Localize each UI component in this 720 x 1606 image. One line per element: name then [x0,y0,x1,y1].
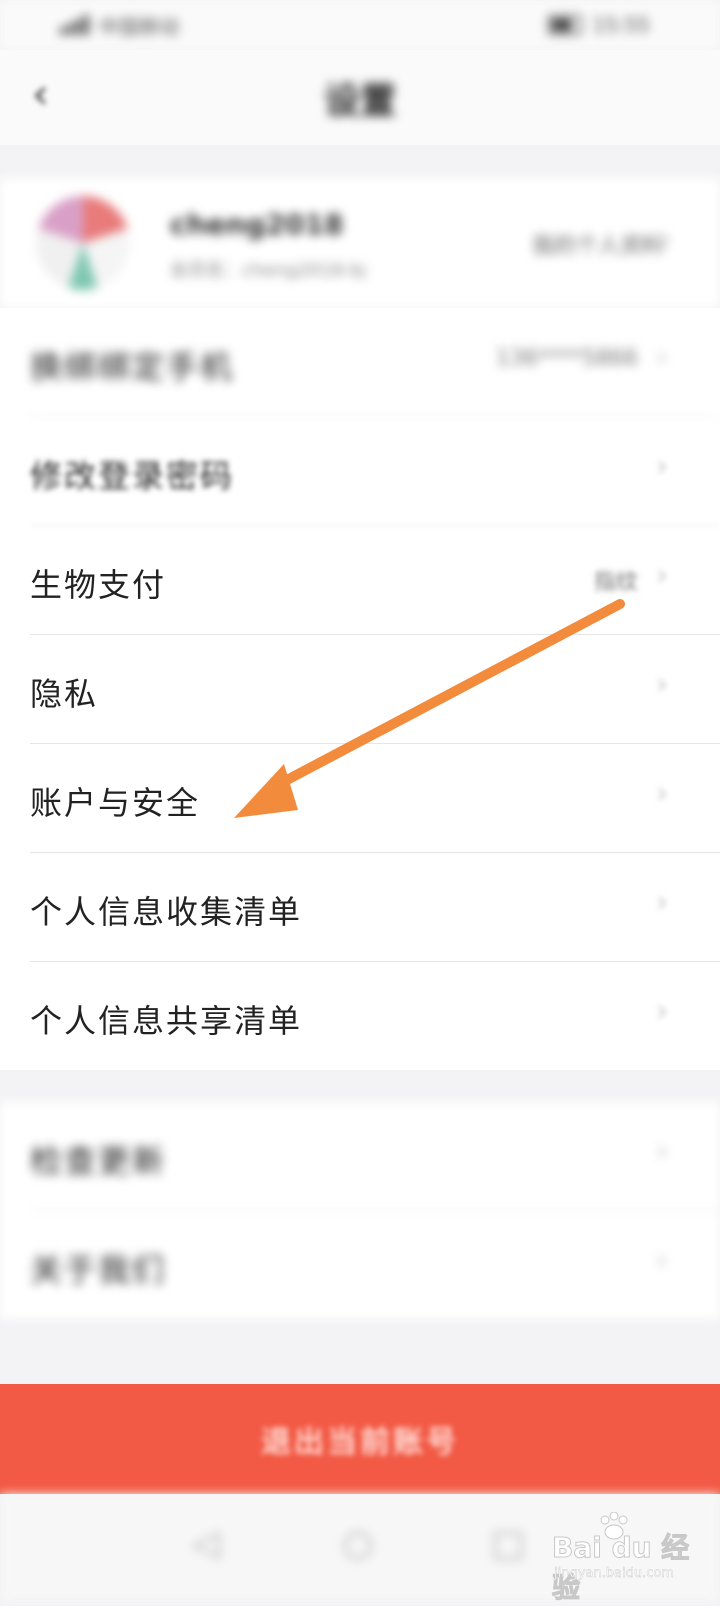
avatar [36,196,130,290]
status-left: 中国移动 [60,11,179,40]
profile-name: cheng2018 [170,208,344,241]
nav-home-icon[interactable]: ○ [338,1524,378,1564]
nav-recents-icon[interactable]: □ [488,1524,528,1564]
profile-subtitle: 会员名：cheng2018-bj [170,260,366,281]
settings-item-change-phone[interactable]: 换绑绑定手机 136****5866 › [30,308,720,417]
settings-item-info-collection[interactable]: 个人信息收集清单 › [30,853,720,962]
baidu-watermark: Bai du 经验 jingyan.baidu.com [552,1512,712,1605]
settings-item-label: 个人信息共享清单 [30,1002,303,1040]
chevron-right-icon: › [656,994,668,1029]
settings-item-label: 账户与安全 [30,784,201,822]
chevron-right-icon: › [656,340,668,375]
chevron-right-icon: › [656,667,668,702]
logout-button[interactable]: 退出当前账号 [0,1384,720,1494]
chevron-right-icon: › [656,776,668,811]
carrier-label: 中国移动 [99,14,179,39]
profile-card[interactable]: cheng2018 会员名：cheng2018-bj 我的个人资料 › [0,178,720,308]
chevron-right-icon: › [656,558,668,593]
settings-item-check-update[interactable]: 检查更新 › [30,1102,720,1211]
chevron-right-icon: › [656,1134,668,1169]
chevron-right-icon: › [656,885,668,920]
settings-item-about[interactable]: 关于我们 › [30,1211,720,1319]
settings-item-value: 指纹 [593,570,638,595]
section-divider [0,1070,720,1102]
signal-icon [60,15,89,35]
settings-item-label: 检查更新 [30,1142,167,1180]
settings-item-info-sharing[interactable]: 个人信息共享清单 › [30,962,720,1070]
logout-label: 退出当前账号 [261,1425,459,1460]
settings-item-label: 换绑绑定手机 [30,348,235,386]
settings-list: 换绑绑定手机 136****5866 › 修改登录密码 › 生物支付 指纹 › … [0,308,720,1070]
settings-item-label: 关于我们 [30,1251,167,1289]
settings-item-privacy[interactable]: 隐私 › [30,635,720,744]
settings-item-label: 个人信息收集清单 [30,893,303,931]
settings-item-bio-pay[interactable]: 生物支付 指纹 › [30,526,720,635]
status-right: 15:55 [548,13,650,37]
battery-icon [548,15,583,35]
status-bar: 中国移动 15:55 [0,0,720,50]
settings-item-label: 隐私 [30,675,99,713]
app-header: ‹ 设置 [0,50,720,145]
nav-back-icon[interactable]: ◁ [186,1524,226,1564]
profile-link[interactable]: 我的个人资料 [532,228,664,260]
settings-item-change-password[interactable]: 修改登录密码 › [30,417,720,526]
settings-item-label: 生物支付 [30,566,167,604]
page-title: 设置 [323,81,396,122]
chevron-right-icon: › [656,1243,668,1278]
clock: 15:55 [592,13,650,37]
chevron-right-icon: › [656,449,668,484]
watermark-url: jingyan.baidu.com [554,1566,674,1581]
settings-item-account-security[interactable]: 账户与安全 › [30,744,720,853]
settings-list-secondary: 检查更新 › 关于我们 › [0,1102,720,1319]
chevron-right-icon: › [660,222,672,257]
settings-item-label: 修改登录密码 [30,457,235,495]
settings-item-value: 136****5866 [496,346,638,371]
